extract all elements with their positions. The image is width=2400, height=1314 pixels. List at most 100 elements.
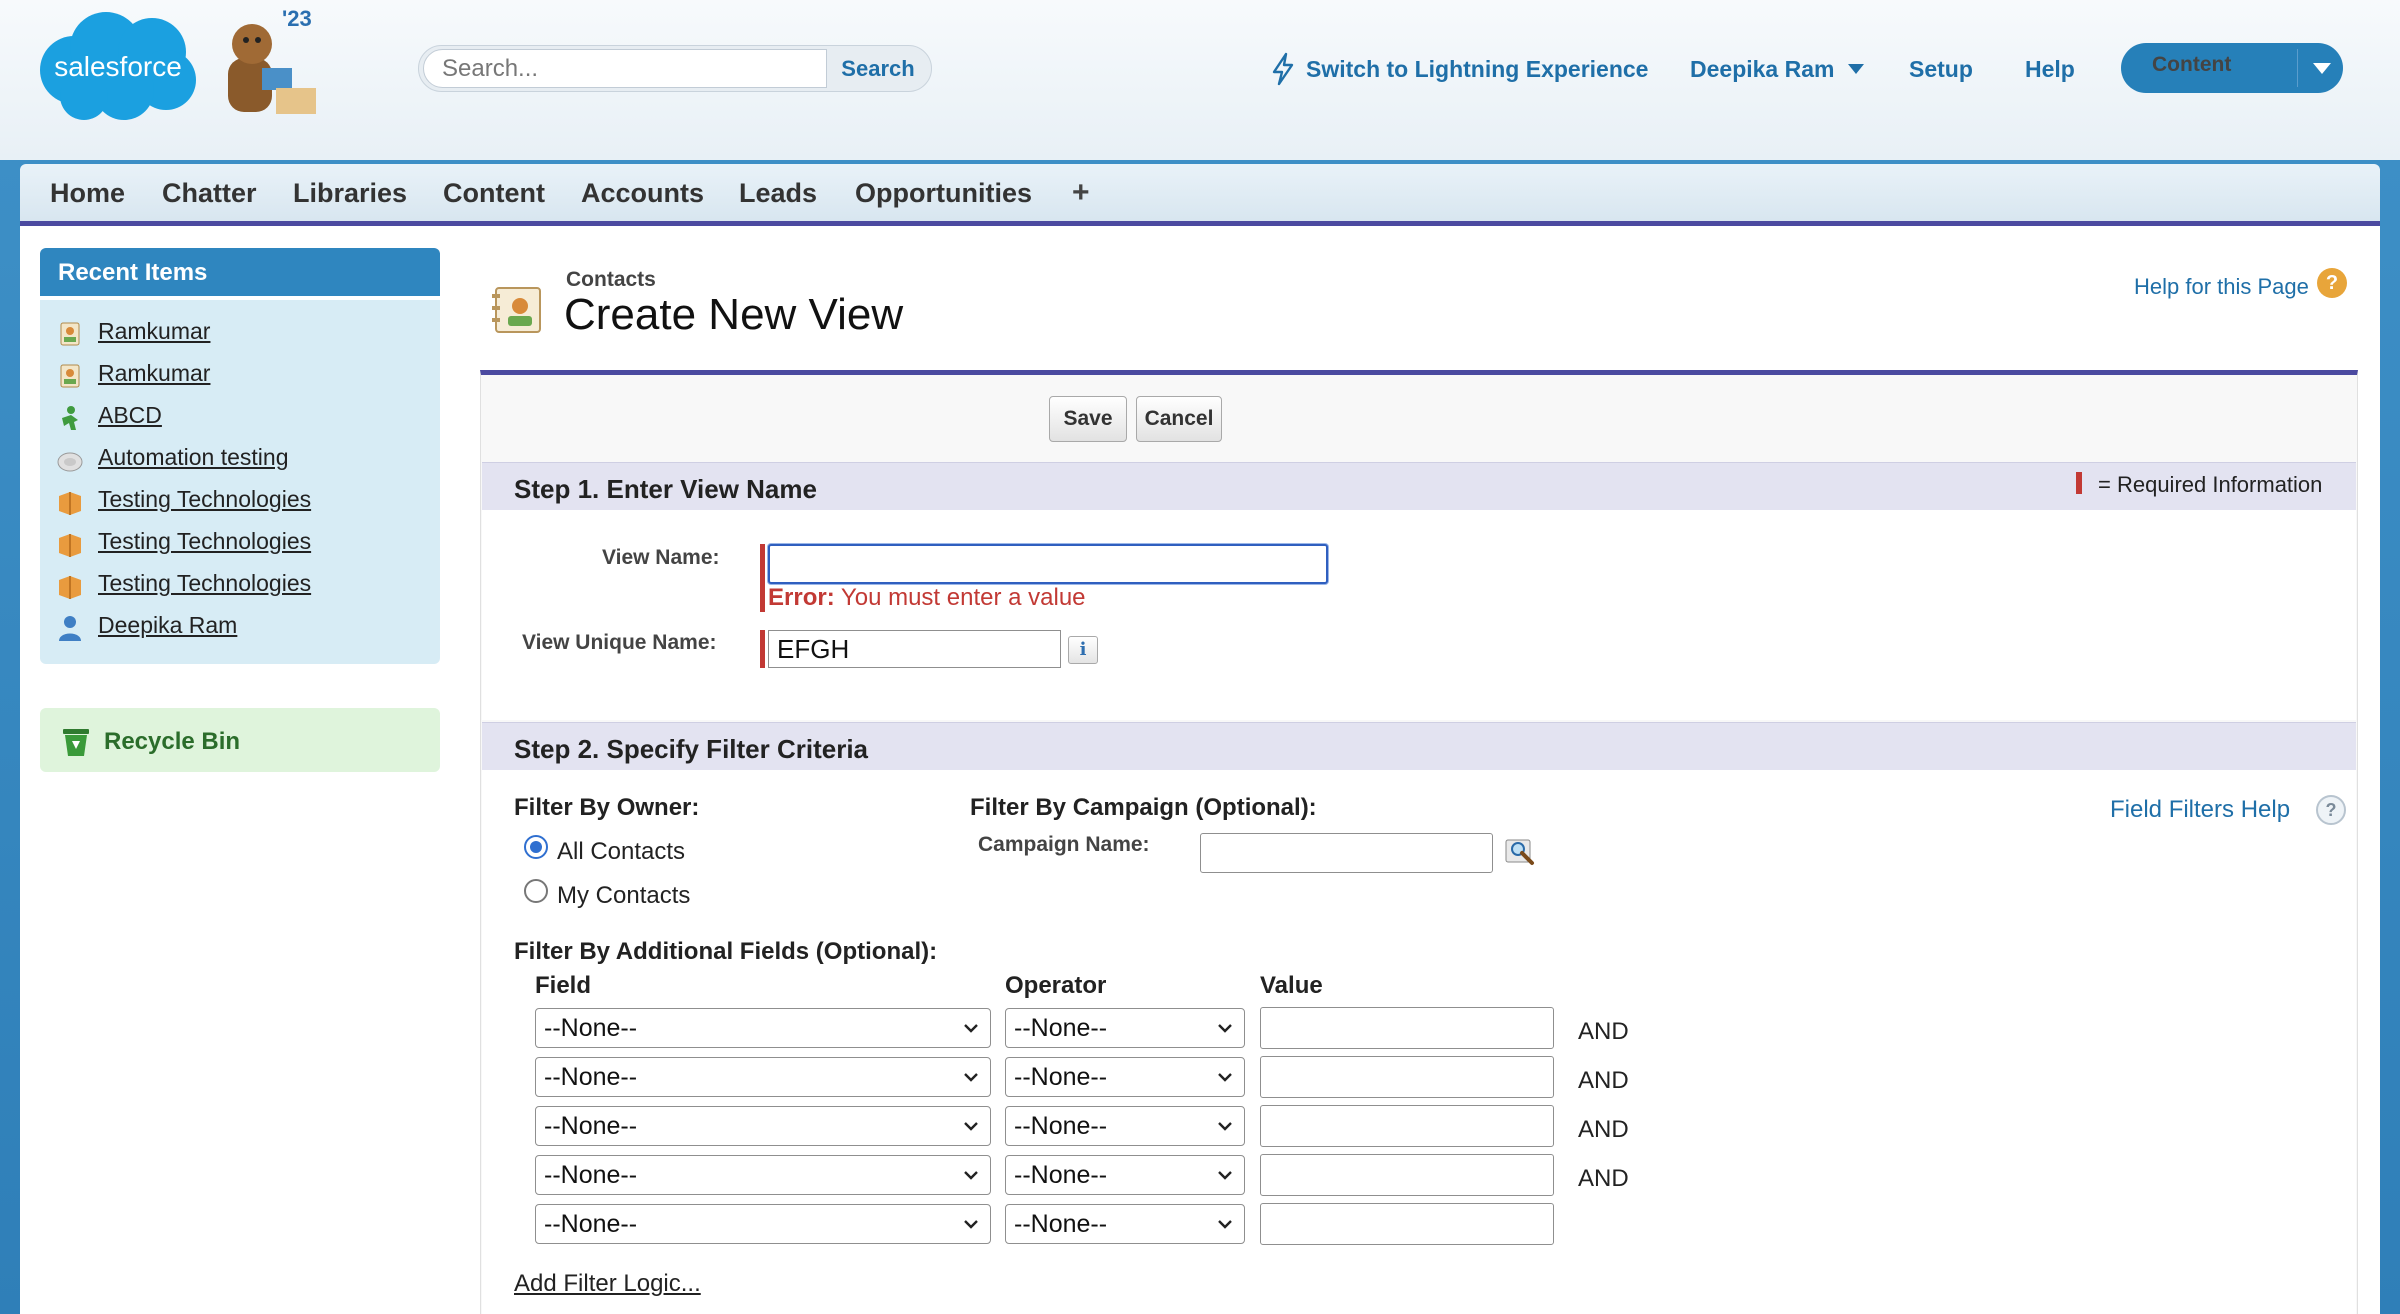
operator-select[interactable]: --None-- [1005,1008,1245,1048]
all-contacts-label[interactable]: All Contacts [557,838,685,866]
tab-content[interactable]: Content [443,178,545,209]
lightning-bolt-icon[interactable] [1270,52,1296,86]
info-icon[interactable]: i [1068,636,1098,664]
field-select-value: --None-- [544,1112,638,1140]
operator-select-value: --None-- [1014,1210,1108,1238]
global-header: salesforce '23 Search Switch to Lightnin… [0,0,2400,160]
recent-item-label[interactable]: Testing Technologies [98,486,311,513]
all-tabs-plus-icon[interactable]: + [1072,176,1090,210]
tab-libraries[interactable]: Libraries [293,178,407,209]
chevron-down-icon [964,1024,978,1033]
my-contacts-label[interactable]: My Contacts [557,882,690,910]
and-label: AND [1578,1116,1629,1143]
recent-item-label[interactable]: Testing Technologies [98,528,311,555]
and-label: AND [1578,1165,1629,1192]
recycle-bin-link[interactable]: Recycle Bin [40,708,440,772]
operator-select[interactable]: --None-- [1005,1204,1245,1244]
value-input[interactable] [1260,1056,1554,1098]
view-unique-name-input[interactable] [768,630,1061,668]
contacts-icon [492,287,541,333]
operator-select[interactable]: --None-- [1005,1106,1245,1146]
and-label: AND [1578,1067,1629,1094]
user-icon [59,616,81,641]
user-menu[interactable]: Deepika Ram [1690,56,1834,83]
tab-chatter[interactable]: Chatter [162,178,257,209]
field-select-value: --None-- [544,1161,638,1189]
cancel-button[interactable]: Cancel [1136,396,1222,442]
field-select[interactable]: --None-- [535,1008,991,1048]
recent-item[interactable]: Ramkumar [40,356,440,396]
recent-item[interactable]: Automation testing [40,440,440,480]
field-select[interactable]: --None-- [535,1057,991,1097]
campaign-name-input[interactable] [1200,833,1493,873]
unique-name-required-marker [760,630,765,668]
recent-item-label[interactable]: Ramkumar [98,318,210,345]
recycle-bin-label[interactable]: Recycle Bin [104,728,240,756]
recent-items-header: Recent Items [40,248,440,296]
recent-item[interactable]: Deepika Ram [40,608,440,648]
view-name-required-marker [760,544,765,612]
field-filters-help-link[interactable]: Field Filters Help [2110,796,2290,824]
operator-column-header: Operator [1005,972,1107,999]
chevron-down-icon [1218,1220,1232,1229]
account-icon [59,492,81,515]
account-icon [59,534,81,557]
campaign-icon [57,452,83,472]
add-filter-logic-link[interactable]: Add Filter Logic... [514,1270,701,1298]
operator-select[interactable]: --None-- [1005,1057,1245,1097]
value-input[interactable] [1260,1154,1554,1196]
recent-item-label[interactable]: Deepika Ram [98,612,237,639]
value-input[interactable] [1260,1203,1554,1245]
field-select[interactable]: --None-- [535,1155,991,1195]
operator-select[interactable]: --None-- [1005,1155,1245,1195]
value-input[interactable] [1260,1105,1554,1147]
recent-item-label[interactable]: Testing Technologies [98,570,311,597]
field-select-value: --None-- [544,1210,638,1238]
switch-to-lightning-link[interactable]: Switch to Lightning Experience [1306,56,1648,83]
tab-home[interactable]: Home [50,178,125,209]
chevron-down-icon [964,1073,978,1082]
salesforce-logo[interactable]: salesforce [34,8,200,124]
recent-item[interactable]: Testing Technologies [40,566,440,606]
help-link[interactable]: Help [2025,56,2075,83]
search-button[interactable]: Search [829,49,927,88]
all-contacts-radio[interactable] [524,835,548,859]
recent-item[interactable]: Testing Technologies [40,524,440,564]
campaign-name-label: Campaign Name: [978,833,1150,856]
recent-item[interactable]: ABCD [40,398,440,438]
field-filters-help-icon[interactable]: ? [2316,795,2346,825]
help-question-icon[interactable]: ? [2317,268,2347,298]
recent-item[interactable]: Ramkumar [40,314,440,354]
chevron-down-icon[interactable] [2313,63,2331,74]
field-select-value: --None-- [544,1063,638,1091]
tab-bar: Home Chatter Libraries Content Accounts … [20,164,2380,226]
user-menu-arrow-icon[interactable] [1848,64,1864,74]
operator-select-value: --None-- [1014,1112,1108,1140]
recent-item-label[interactable]: ABCD [98,402,162,429]
view-name-input[interactable] [768,544,1328,584]
filter-by-campaign-label: Filter By Campaign (Optional): [970,794,1317,821]
step1-header: Step 1. Enter View Name [482,462,2356,510]
recent-item-label[interactable]: Ramkumar [98,360,210,387]
recent-item-label[interactable]: Automation testing [98,444,289,471]
field-select[interactable]: --None-- [535,1106,991,1146]
my-contacts-radio[interactable] [524,879,548,903]
recent-item[interactable]: Testing Technologies [40,482,440,522]
tab-leads[interactable]: Leads [739,178,817,209]
required-info-legend: = Required Information [2098,472,2323,497]
tab-opportunities[interactable]: Opportunities [855,178,1032,209]
page-title: Create New View [564,290,904,339]
recycle-bin-icon [63,729,89,756]
value-input[interactable] [1260,1007,1554,1049]
field-select[interactable]: --None-- [535,1204,991,1244]
contact-icon [60,364,80,388]
help-for-this-page-link[interactable]: Help for this Page [2134,274,2309,300]
recent-items-list: Ramkumar Ramkumar ABCD Automation testin… [40,300,440,664]
save-button[interactable]: Save [1049,396,1127,442]
setup-link[interactable]: Setup [1909,56,1973,83]
search-input[interactable] [423,49,827,88]
campaign-lookup-icon[interactable] [1504,836,1538,868]
view-unique-name-label: View Unique Name: [522,631,717,654]
tab-accounts[interactable]: Accounts [581,178,704,209]
app-switcher-button[interactable]: Content [2121,43,2343,93]
